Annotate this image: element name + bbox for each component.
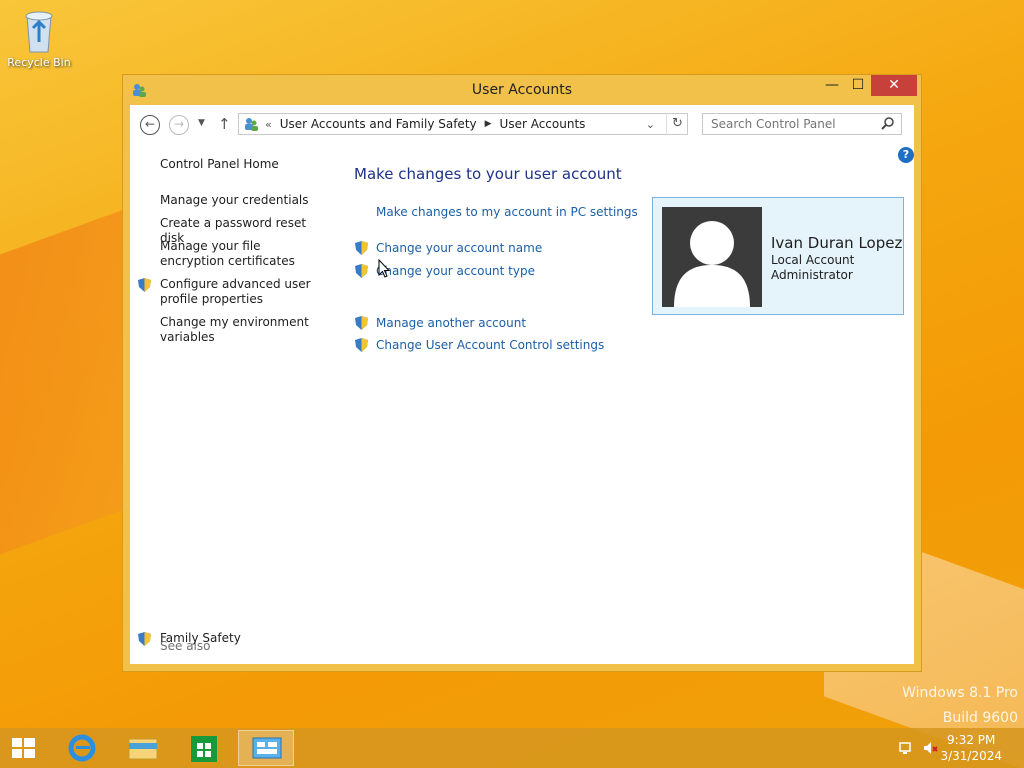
taskbar: 9:32 PM 3/31/2024 <box>0 728 1024 768</box>
back-arrow-icon[interactable]: ← <box>140 115 160 135</box>
network-icon[interactable] <box>898 740 914 756</box>
uac-shield-icon <box>355 338 368 352</box>
control-panel-icon <box>245 118 258 131</box>
recycle-bin-shortcut[interactable]: Recycle Bin <box>6 6 72 69</box>
volume-muted-icon[interactable] <box>922 740 938 756</box>
manage-credentials-link[interactable]: Manage your credentials <box>160 193 320 208</box>
clock-date: 3/31/2024 <box>940 749 1002 763</box>
account-role: Administrator <box>771 268 853 282</box>
uac-shield-icon <box>138 632 151 646</box>
internet-explorer-taskbar-button[interactable] <box>54 730 110 766</box>
breadcrumb-chevron-icon[interactable]: ▶ <box>485 119 492 129</box>
user-avatar-icon <box>662 207 762 307</box>
recycle-bin-label: Recycle Bin <box>7 56 71 69</box>
change-account-type-link[interactable]: Change your account type <box>376 264 535 278</box>
file-explorer-taskbar-button[interactable] <box>115 730 171 766</box>
breadcrumb-user-accounts-family-safety[interactable]: User Accounts and Family Safety <box>280 117 477 131</box>
uac-shield-icon <box>355 264 368 278</box>
page-title: Make changes to your user account <box>354 165 622 183</box>
up-arrow-icon[interactable]: ↑ <box>218 115 231 133</box>
navigation-bar: ← → ▼ ↑ « User Accounts and Family Safet… <box>130 105 914 145</box>
store-icon <box>191 736 217 762</box>
control-panel-icon <box>252 737 282 759</box>
user-accounts-window: User Accounts — ☐ ✕ ← → ▼ ↑ « User Accou… <box>122 74 922 672</box>
account-tile: Ivan Duran Lopez Local Account Administr… <box>652 197 904 315</box>
system-clock[interactable]: 9:32 PM 3/31/2024 <box>940 732 1002 764</box>
window-title: User Accounts <box>471 82 573 98</box>
uac-shield-icon <box>355 316 368 330</box>
address-bar[interactable]: « User Accounts and Family Safety ▶ User… <box>238 113 688 135</box>
folder-icon <box>128 738 158 760</box>
uac-shield-icon <box>355 241 368 255</box>
windows-edition-watermark: Windows 8.1 Pro <box>902 685 1018 701</box>
close-button[interactable]: ✕ <box>871 75 917 96</box>
account-name: Ivan Duran Lopez <box>771 234 903 252</box>
store-taskbar-button[interactable] <box>176 730 232 766</box>
maximize-button[interactable]: ☐ <box>843 75 873 96</box>
breadcrumb-user-accounts[interactable]: User Accounts <box>500 117 586 131</box>
environment-variables-link[interactable]: Change my environment variables <box>160 315 320 345</box>
windows-build-watermark: Build 9600 <box>942 710 1018 726</box>
window-content: ← → ▼ ↑ « User Accounts and Family Safet… <box>130 105 914 664</box>
title-bar[interactable]: User Accounts — ☐ ✕ <box>123 75 921 105</box>
wallpaper-shape <box>0 203 140 577</box>
internet-explorer-icon <box>68 734 96 762</box>
change-account-name-link[interactable]: Change your account name <box>376 241 542 255</box>
manage-another-account-link[interactable]: Manage another account <box>376 316 526 330</box>
clock-time: 9:32 PM <box>947 733 996 747</box>
recycle-bin-icon <box>19 6 59 54</box>
windows-logo-icon <box>12 738 35 758</box>
uac-shield-icon <box>138 278 151 292</box>
uac-settings-link[interactable]: Change User Account Control settings <box>376 338 604 352</box>
help-icon[interactable]: ? <box>898 147 914 163</box>
control-panel-taskbar-button[interactable] <box>238 730 294 766</box>
mouse-cursor-icon <box>378 259 390 278</box>
search-icon[interactable] <box>880 116 896 132</box>
advanced-profile-properties-link[interactable]: Configure advanced user profile properti… <box>160 277 320 307</box>
breadcrumb-overflow[interactable]: « <box>265 118 272 131</box>
recent-locations-chevron-icon[interactable]: ▼ <box>198 118 205 128</box>
search-input[interactable] <box>702 113 902 135</box>
address-dropdown-chevron-icon[interactable]: ⌄ <box>646 118 655 131</box>
refresh-icon[interactable]: ↻ <box>666 113 688 135</box>
forward-arrow-icon[interactable]: → <box>169 115 189 135</box>
account-type: Local Account <box>771 253 855 267</box>
family-safety-link[interactable]: Family Safety <box>160 631 320 646</box>
control-panel-home-link[interactable]: Control Panel Home <box>160 157 320 172</box>
pc-settings-link[interactable]: Make changes to my account in PC setting… <box>376 205 638 219</box>
start-button[interactable] <box>0 730 48 766</box>
file-encryption-link[interactable]: Manage your file encryption certificates <box>160 239 320 269</box>
